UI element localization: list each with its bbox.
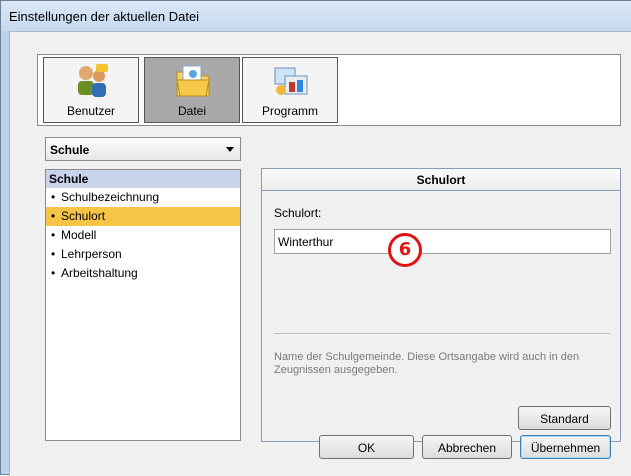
category-select[interactable]: Schule <box>45 137 241 161</box>
tree-item-label: Schulort <box>61 209 106 223</box>
bullet-icon: • <box>51 190 56 204</box>
category-select-value: Schule <box>50 143 90 157</box>
toolbar-label-programm: Programm <box>261 104 318 118</box>
tree-item-schulbezeichnung[interactable]: • Schulbezeichnung <box>46 188 240 207</box>
bullet-icon: • <box>51 266 56 280</box>
tree-item-label: Lehrperson <box>61 247 122 261</box>
panel-divider <box>274 333 611 334</box>
tree-item-arbeitshaltung[interactable]: • Arbeitshaltung <box>46 264 240 283</box>
bullet-icon: • <box>51 209 56 223</box>
field-description: Name der Schulgemeinde. Diese Ortsangabe… <box>274 351 580 376</box>
bullet-icon: • <box>51 228 56 242</box>
tree-item-lehrperson[interactable]: • Lehrperson <box>46 245 240 264</box>
ok-button[interactable]: OK <box>319 435 414 459</box>
folder-icon <box>176 65 210 97</box>
panel-title: Schulort <box>262 169 620 191</box>
settings-panel: Schulort Schulort: Winterthur 6 Name der… <box>261 168 621 442</box>
settings-window: Einstellungen der aktuellen Datei Benutz… <box>0 0 631 476</box>
window-title: Einstellungen der aktuellen Datei <box>9 9 200 24</box>
dialog-client-area: Benutzer Datei Programm Schule Schule • … <box>9 31 631 476</box>
apply-button[interactable]: Übernehmen <box>520 435 611 459</box>
tree-header[interactable]: Schule <box>46 170 240 188</box>
toolbar-label-datei: Datei <box>177 104 206 118</box>
standard-button[interactable]: Standard <box>518 406 611 430</box>
tree-item-modell[interactable]: • Modell <box>46 226 240 245</box>
toolbar-button-benutzer[interactable]: Benutzer <box>43 57 139 123</box>
toolbar-button-datei[interactable]: Datei <box>144 57 240 123</box>
toolbar-button-programm[interactable]: Programm <box>242 57 338 123</box>
step-number-badge: 6 <box>388 233 422 267</box>
tree-item-label: Schulbezeichnung <box>61 190 160 204</box>
cancel-button[interactable]: Abbrechen <box>422 435 512 459</box>
settings-tree: Schule • Schulbezeichnung • Schulort • Mode… <box>45 169 241 441</box>
tree-item-label: Modell <box>61 228 97 242</box>
schulort-input[interactable]: Winterthur <box>274 229 611 254</box>
bullet-icon: • <box>51 247 56 261</box>
title-bar[interactable]: Einstellungen der aktuellen Datei <box>1 1 631 31</box>
schulort-label: Schulort: <box>274 206 322 220</box>
category-toolbar: Benutzer Datei Programm <box>37 54 621 126</box>
toolbar-label-benutzer: Benutzer <box>66 104 116 118</box>
chevron-down-icon[interactable] <box>226 147 234 152</box>
users-icon <box>78 64 108 97</box>
tree-item-label: Arbeitshaltung <box>61 266 138 280</box>
tree-item-schulort[interactable]: • Schulort <box>46 207 240 226</box>
program-icon <box>274 67 308 95</box>
